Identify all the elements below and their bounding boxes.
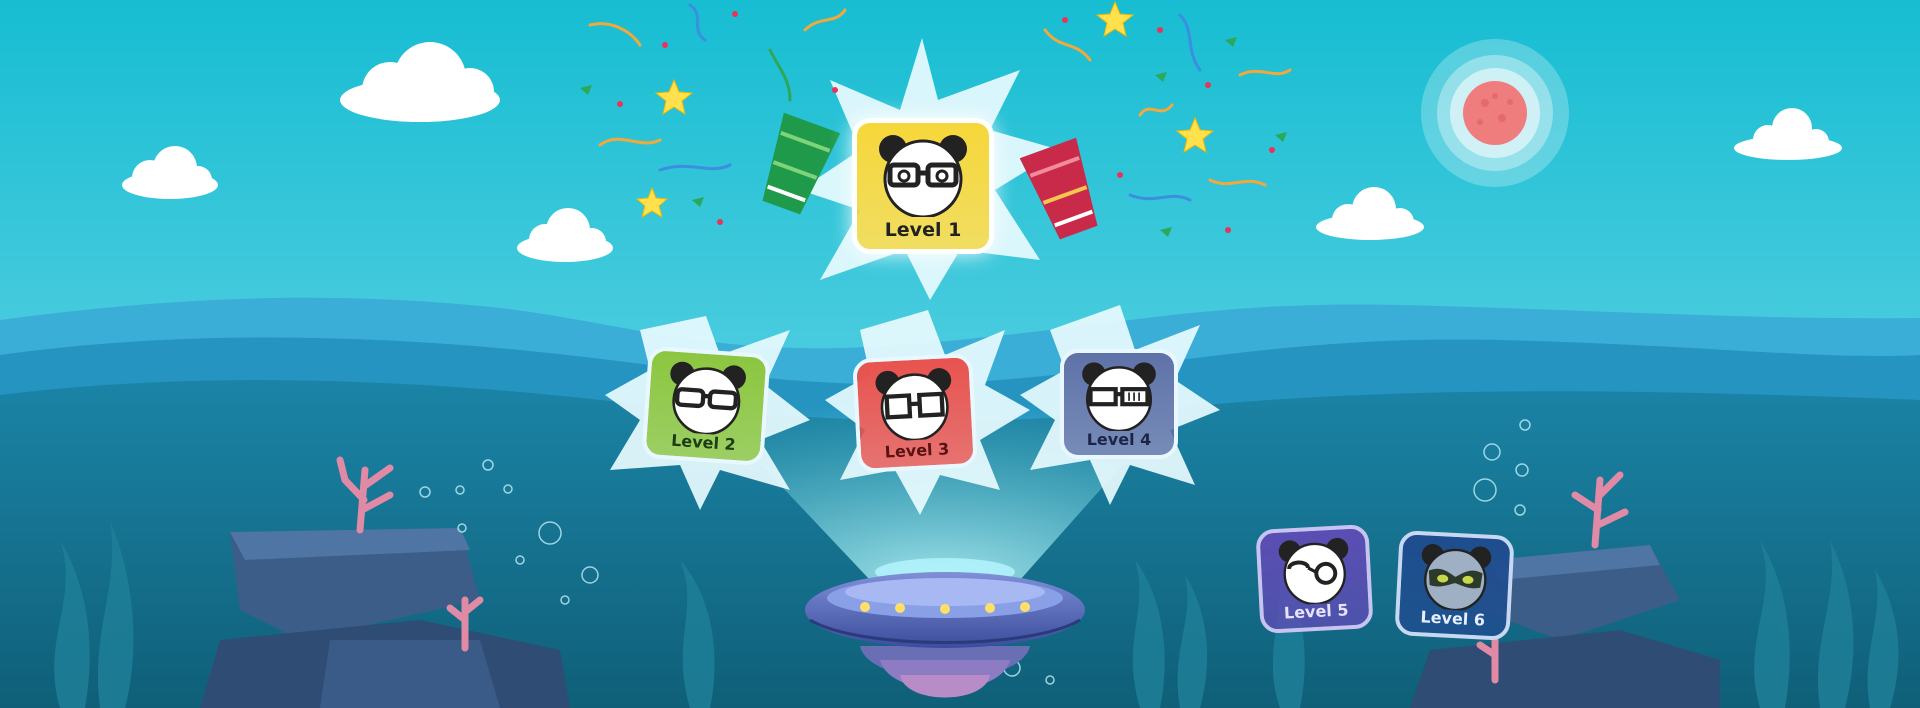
level-5-tile[interactable]: Level 5 [1255, 524, 1374, 634]
level-4-tile[interactable]: Level 4 [1060, 349, 1178, 459]
sun-icon [1421, 39, 1569, 187]
panda-icon [879, 135, 967, 217]
panda-icon [1421, 543, 1491, 612]
level-6-tile[interactable]: Level 6 [1394, 530, 1515, 641]
panda-icon [1082, 362, 1156, 431]
level-4-label: Level 4 [1086, 430, 1152, 449]
panda-icon [1278, 537, 1348, 606]
level-1-label: Level 1 [884, 219, 962, 241]
level-3-tile[interactable]: Level 3 [852, 352, 978, 474]
level-2-tile[interactable]: Level 2 [641, 345, 771, 467]
panda-icon [670, 361, 746, 436]
level-1-tile[interactable]: Level 1 [852, 118, 994, 254]
panda-icon [875, 368, 952, 442]
